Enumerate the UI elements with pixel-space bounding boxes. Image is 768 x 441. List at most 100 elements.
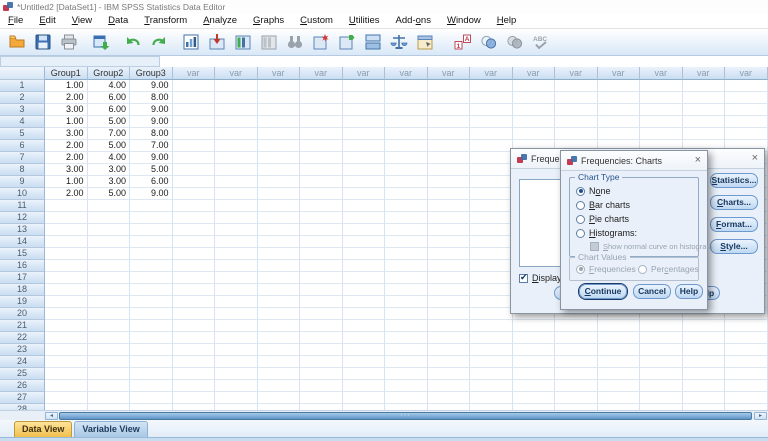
grid-cell[interactable]: [470, 260, 513, 272]
grid-cell[interactable]: [640, 92, 683, 104]
column-header-var[interactable]: var: [257, 67, 300, 80]
grid-cell[interactable]: [597, 116, 640, 128]
row-header[interactable]: 13: [0, 224, 45, 236]
grid-cell[interactable]: [640, 356, 683, 368]
undo-icon[interactable]: [120, 31, 146, 54]
grid-cell[interactable]: [385, 332, 428, 344]
row-header[interactable]: 8: [0, 164, 45, 176]
grid-cell[interactable]: [300, 164, 343, 176]
row-header[interactable]: 16: [0, 260, 45, 272]
grid-cell[interactable]: [427, 284, 470, 296]
column-header-var[interactable]: var: [300, 67, 343, 80]
grid-cell[interactable]: [87, 200, 130, 212]
grid-cell[interactable]: [682, 80, 725, 92]
grid-cell[interactable]: [470, 92, 513, 104]
grid-cell[interactable]: [87, 392, 130, 404]
grid-cell[interactable]: [342, 284, 385, 296]
grid-cell[interactable]: [215, 236, 258, 248]
grid-cell[interactable]: [300, 212, 343, 224]
grid-cell[interactable]: [172, 176, 215, 188]
grid-cell[interactable]: [385, 392, 428, 404]
grid-cell[interactable]: [385, 296, 428, 308]
column-header-var[interactable]: var: [427, 67, 470, 80]
menu-file[interactable]: File: [0, 14, 31, 27]
grid-cell[interactable]: [427, 152, 470, 164]
grid-cell[interactable]: [172, 332, 215, 344]
show-normal-curve-checkbox[interactable]: [590, 242, 599, 251]
grid-cell[interactable]: [215, 272, 258, 284]
grid-cell[interactable]: [257, 284, 300, 296]
grid-cell[interactable]: [725, 320, 768, 332]
grid-cell[interactable]: [725, 368, 768, 380]
grid-cell[interactable]: [342, 248, 385, 260]
grid-cell[interactable]: [45, 212, 88, 224]
grid-cell[interactable]: [470, 332, 513, 344]
grid-cell[interactable]: [300, 320, 343, 332]
grid-cell[interactable]: [215, 392, 258, 404]
radio-none-icon[interactable]: [576, 186, 585, 196]
grid-cell[interactable]: [427, 332, 470, 344]
grid-cell[interactable]: [300, 332, 343, 344]
grid-cell[interactable]: [725, 392, 768, 404]
grid-cell[interactable]: [725, 380, 768, 392]
grid-cell[interactable]: [512, 92, 555, 104]
grid-cell[interactable]: [300, 368, 343, 380]
grid-cell[interactable]: [640, 368, 683, 380]
grid-cell[interactable]: [725, 356, 768, 368]
grid-cell[interactable]: 3.00: [45, 164, 88, 176]
grid-cell[interactable]: 1.00: [45, 176, 88, 188]
radio-bar-charts[interactable]: Bar charts: [576, 200, 630, 210]
recall-dialogs-icon[interactable]: [88, 31, 114, 54]
grid-cell[interactable]: [385, 272, 428, 284]
grid-cell[interactable]: [555, 128, 598, 140]
row-header[interactable]: 20: [0, 308, 45, 320]
menu-view[interactable]: View: [64, 14, 100, 27]
redo-icon[interactable]: [146, 31, 172, 54]
grid-cell[interactable]: [470, 80, 513, 92]
grid-cell[interactable]: [725, 344, 768, 356]
grid-cell[interactable]: [427, 296, 470, 308]
grid-cell[interactable]: 8.00: [130, 92, 173, 104]
grid-cell[interactable]: [300, 272, 343, 284]
grid-cell[interactable]: [427, 380, 470, 392]
grid-cell[interactable]: [725, 104, 768, 116]
grid-cell[interactable]: [512, 368, 555, 380]
save-icon[interactable]: [30, 31, 56, 54]
grid-cell[interactable]: [512, 332, 555, 344]
grid-cell[interactable]: [257, 380, 300, 392]
grid-cell[interactable]: [385, 80, 428, 92]
grid-cell[interactable]: [385, 152, 428, 164]
grid-cell[interactable]: 5.00: [130, 164, 173, 176]
row-header[interactable]: 6: [0, 140, 45, 152]
grid-cell[interactable]: 6.00: [130, 176, 173, 188]
grid-cell[interactable]: [385, 308, 428, 320]
grid-cell[interactable]: [257, 392, 300, 404]
grid-cell[interactable]: [257, 140, 300, 152]
grid-cell[interactable]: [45, 272, 88, 284]
grid-cell[interactable]: [470, 236, 513, 248]
grid-cell[interactable]: [470, 140, 513, 152]
grid-cell[interactable]: 5.00: [87, 116, 130, 128]
goto-chart-icon[interactable]: [178, 31, 204, 54]
grid-cell[interactable]: [470, 164, 513, 176]
grid-cell[interactable]: [215, 212, 258, 224]
variables-icon[interactable]: [256, 31, 282, 54]
grid-cell[interactable]: [130, 296, 173, 308]
row-header[interactable]: 24: [0, 356, 45, 368]
grid-cell[interactable]: [470, 344, 513, 356]
grid-cell[interactable]: [257, 164, 300, 176]
row-header[interactable]: 12: [0, 212, 45, 224]
grid-cell[interactable]: [512, 128, 555, 140]
grid-cell[interactable]: [682, 332, 725, 344]
grid-cell[interactable]: [427, 176, 470, 188]
grid-cell[interactable]: [300, 236, 343, 248]
grid-cell[interactable]: [172, 188, 215, 200]
scrollbar-thumb[interactable]: ···: [59, 412, 752, 420]
grid-cell[interactable]: [257, 236, 300, 248]
grid-cell[interactable]: [45, 392, 88, 404]
grid-cell[interactable]: [257, 296, 300, 308]
grid-cell[interactable]: [87, 236, 130, 248]
row-header[interactable]: 27: [0, 392, 45, 404]
grid-cell[interactable]: [682, 344, 725, 356]
tab-variable-view[interactable]: Variable View: [74, 421, 148, 437]
